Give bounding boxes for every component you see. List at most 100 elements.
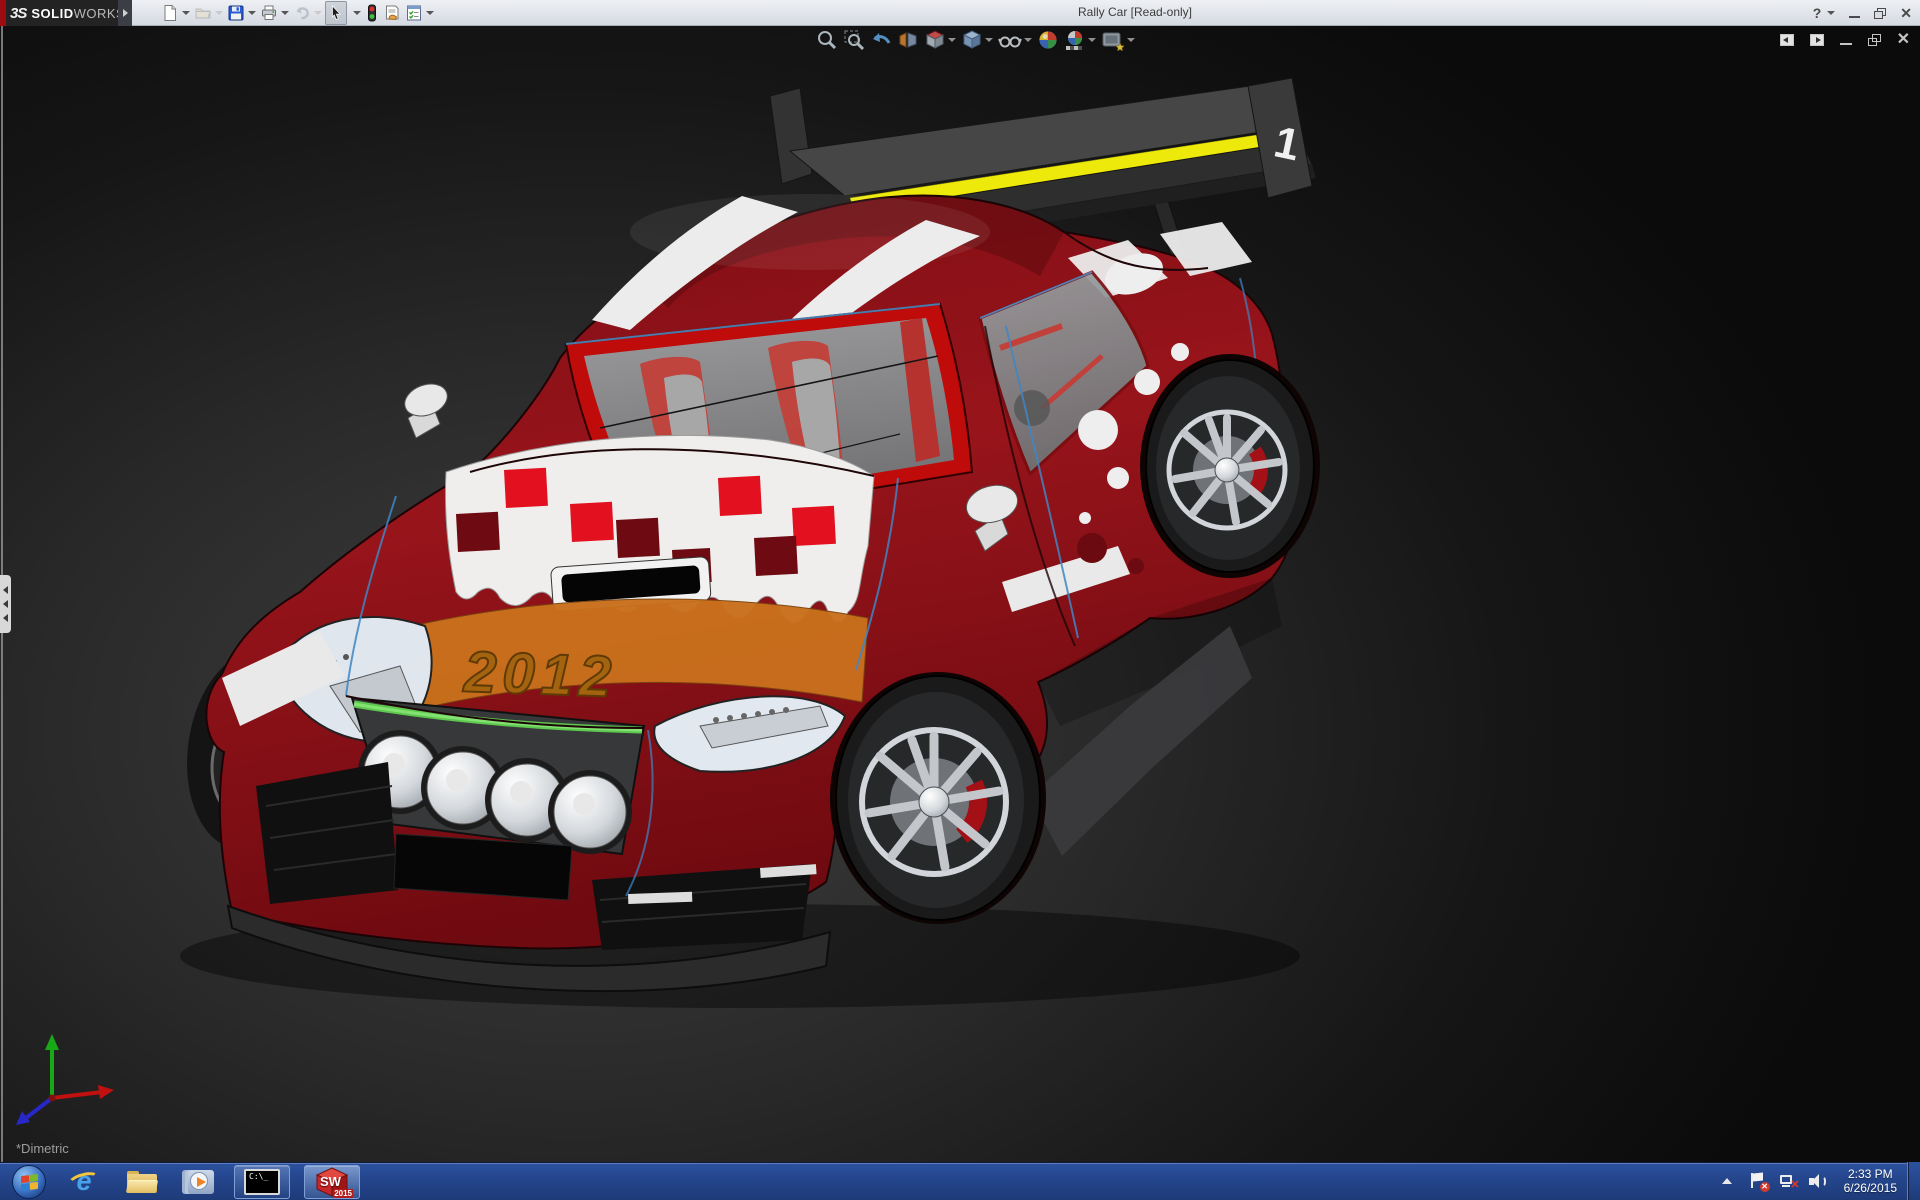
new-dropdown-caret[interactable] bbox=[182, 11, 190, 15]
taskbar-command-prompt[interactable]: C:\_ bbox=[234, 1165, 290, 1199]
open-button[interactable] bbox=[193, 1, 224, 25]
graphics-area[interactable]: 1 bbox=[0, 26, 1920, 1162]
options-dropdown-caret[interactable] bbox=[426, 11, 434, 15]
printer-icon bbox=[260, 4, 278, 22]
logo-mark: 3S bbox=[10, 5, 26, 22]
feature-tree-collapsed-handle[interactable] bbox=[0, 575, 11, 633]
restore-button[interactable] bbox=[1874, 8, 1886, 19]
view-orientation-icon bbox=[924, 29, 946, 51]
collapse-arrow-icon bbox=[3, 614, 8, 622]
taskbar-internet-explorer[interactable]: e bbox=[64, 1164, 104, 1200]
taskbar-solidworks[interactable]: SW 2015 bbox=[304, 1165, 360, 1199]
section-view-icon bbox=[897, 29, 919, 51]
start-button[interactable] bbox=[12, 1165, 46, 1199]
apply-scene-icon bbox=[1064, 29, 1086, 51]
save-button[interactable] bbox=[226, 1, 257, 25]
collapse-arrow-icon bbox=[3, 600, 8, 608]
doc-minimize-button[interactable] bbox=[1840, 35, 1852, 45]
standard-toolbar bbox=[160, 0, 435, 26]
ie-orbit-ring bbox=[67, 1169, 102, 1191]
new-button[interactable] bbox=[160, 1, 191, 25]
apply-scene-button[interactable] bbox=[1064, 29, 1096, 51]
volume-icon[interactable] bbox=[1808, 1171, 1828, 1191]
doc-restore-button[interactable] bbox=[1868, 34, 1881, 46]
zoom-to-area-button[interactable] bbox=[843, 29, 865, 51]
expand-right-pane-button[interactable] bbox=[1810, 34, 1824, 46]
select-button[interactable] bbox=[325, 1, 347, 25]
apply-scene-caret[interactable] bbox=[1088, 38, 1096, 42]
media-player-icon bbox=[186, 1169, 214, 1195]
print-dropdown-caret[interactable] bbox=[281, 11, 289, 15]
pane-right-arrow-icon bbox=[1816, 37, 1821, 43]
network-disconnected-badge: ✕ bbox=[1790, 1180, 1799, 1191]
help-icon: ? bbox=[1813, 5, 1822, 21]
save-dropdown-caret[interactable] bbox=[248, 11, 256, 15]
action-center-icon[interactable]: ✕ bbox=[1748, 1171, 1768, 1191]
open-folder-icon bbox=[194, 4, 212, 22]
menu-flyout-arrow[interactable] bbox=[118, 0, 132, 26]
network-status-icon[interactable]: ✕ bbox=[1778, 1171, 1798, 1191]
view-settings-icon bbox=[1101, 29, 1125, 51]
undo-dropdown-caret[interactable] bbox=[314, 11, 322, 15]
pane-left-arrow-icon bbox=[1783, 37, 1788, 43]
doc-close-button[interactable]: ✕ bbox=[1897, 32, 1910, 48]
help-button[interactable]: ? bbox=[1813, 5, 1836, 21]
undo-button[interactable] bbox=[292, 1, 323, 25]
print-button[interactable] bbox=[259, 1, 290, 25]
view-orientation-caret[interactable] bbox=[948, 38, 956, 42]
rear-right-wheel[interactable] bbox=[1140, 354, 1320, 578]
traffic-light-icon bbox=[365, 4, 379, 22]
select-dropdown[interactable] bbox=[349, 1, 362, 25]
hide-show-items-caret[interactable] bbox=[1024, 38, 1032, 42]
close-button[interactable]: ✕ bbox=[1900, 6, 1912, 20]
system-tray: ✕ ✕ 2:33 PM 6/26/2015 bbox=[1722, 1162, 1920, 1200]
title-bar: 3S SOLID WORKS bbox=[0, 0, 1920, 26]
options-button[interactable] bbox=[404, 1, 435, 25]
hide-show-items-button[interactable] bbox=[998, 29, 1032, 51]
solidworks-logo: 3S SOLID WORKS bbox=[0, 0, 118, 26]
solidworks-2015-icon: SW 2015 bbox=[315, 1167, 349, 1197]
display-style-icon bbox=[961, 29, 983, 51]
collapse-left-pane-button[interactable] bbox=[1780, 34, 1794, 46]
options-checklist-icon bbox=[405, 4, 423, 22]
window-title: Rally Car [Read-only] bbox=[1078, 5, 1192, 19]
section-view-button[interactable] bbox=[897, 29, 919, 51]
file-properties-button[interactable] bbox=[382, 1, 402, 25]
select-dropdown-caret bbox=[353, 11, 361, 15]
front-right-wheel[interactable] bbox=[830, 672, 1046, 924]
view-settings-caret[interactable] bbox=[1127, 38, 1135, 42]
action-center-alert-badge: ✕ bbox=[1760, 1182, 1770, 1192]
show-hidden-icons-button[interactable] bbox=[1722, 1178, 1732, 1184]
display-style-caret[interactable] bbox=[985, 38, 993, 42]
flyout-arrow-icon bbox=[123, 9, 128, 17]
minimize-button[interactable] bbox=[1849, 9, 1860, 18]
show-desktop-button[interactable] bbox=[1907, 1162, 1920, 1200]
clock-date: 6/26/2015 bbox=[1844, 1181, 1897, 1195]
reference-triad bbox=[10, 1026, 130, 1126]
taskbar-clock[interactable]: 2:33 PM 6/26/2015 bbox=[1844, 1167, 1897, 1195]
hide-show-items-icon bbox=[998, 29, 1022, 51]
save-floppy-icon bbox=[227, 4, 245, 22]
view-orientation-label: *Dimetric bbox=[16, 1141, 69, 1156]
view-settings-button[interactable] bbox=[1101, 29, 1135, 51]
windows-taskbar: e C:\_ SW 2015 bbox=[0, 1162, 1920, 1200]
solidworks-window: 3S SOLID WORKS bbox=[0, 0, 1920, 1200]
rally-car-model[interactable]: 1 bbox=[0, 26, 1920, 1162]
view-orientation-button[interactable] bbox=[924, 29, 956, 51]
headsup-view-toolbar bbox=[816, 29, 1135, 51]
new-document-icon bbox=[161, 4, 179, 22]
zoom-to-fit-button[interactable] bbox=[816, 29, 838, 51]
sw-letters: SW bbox=[320, 1174, 341, 1189]
logo-red-strip bbox=[0, 0, 6, 26]
window-controls: ? ✕ bbox=[1813, 0, 1912, 26]
display-style-button[interactable] bbox=[961, 29, 993, 51]
logo-text-bold: SOLID bbox=[31, 6, 73, 21]
previous-view-button[interactable] bbox=[870, 29, 892, 51]
file-properties-icon bbox=[383, 4, 401, 22]
edit-appearance-button[interactable] bbox=[1037, 29, 1059, 51]
taskbar-windows-explorer[interactable] bbox=[122, 1164, 162, 1200]
taskbar-media-player[interactable] bbox=[180, 1164, 220, 1200]
open-dropdown-caret[interactable] bbox=[215, 11, 223, 15]
rebuild-button[interactable] bbox=[364, 1, 380, 25]
previous-view-icon bbox=[870, 29, 892, 51]
